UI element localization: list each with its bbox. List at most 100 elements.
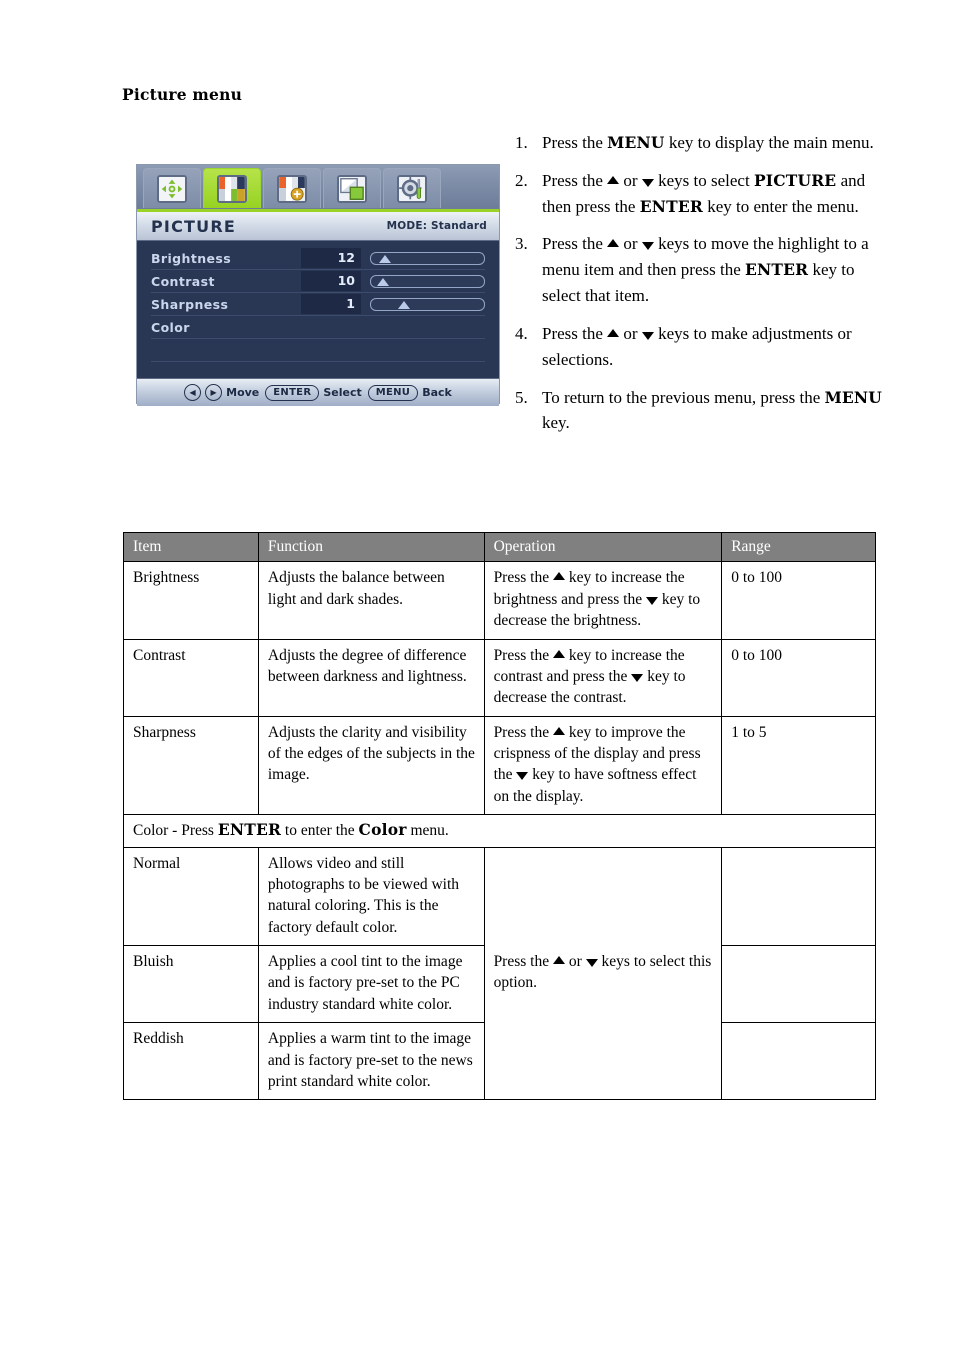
key-name: PICTURE <box>753 170 837 190</box>
cell-item: Bluish <box>123 944 259 1024</box>
picture-icon <box>217 174 247 203</box>
up-arrow-icon <box>607 328 620 337</box>
osd-mode-label: MODE: Standard <box>386 220 487 232</box>
cell-function: Adjusts the degree of difference between… <box>257 638 485 717</box>
up-arrow-icon <box>607 175 620 184</box>
down-arrow-icon <box>641 331 654 340</box>
cell-operation: Press the key to improve the crispness o… <box>483 715 723 816</box>
key-name: MENU <box>607 133 665 152</box>
osd-item-brightness[interactable]: Brightness 12 <box>151 247 485 270</box>
cell-function: Allows video and still photographs to be… <box>257 846 485 946</box>
step-text: To return to the previous menu, press th… <box>542 387 883 433</box>
cell-function: Adjusts the balance between light and da… <box>257 561 485 640</box>
cell-color-section: Color - Press ENTER to enter the Color m… <box>123 814 876 848</box>
cell-color-operation: Press the or keys to select this option. <box>483 846 723 1101</box>
instruction-step: 4. Press the or keys to make adjustments… <box>515 321 890 373</box>
cell-item: Contrast <box>123 638 259 717</box>
menu-key-badge[interactable]: MENU <box>367 384 419 401</box>
step-number: 4. <box>515 323 528 343</box>
contrast-slider[interactable] <box>370 274 485 288</box>
system-settings-icon <box>397 174 427 203</box>
osd-item-label: Color <box>151 319 190 335</box>
osd-item-label: Brightness <box>151 250 232 266</box>
cell-item: Brightness <box>123 561 259 640</box>
osd-body: Brightness 12 Contrast 10 Sharpness 1 Co… <box>137 241 499 378</box>
osd-item-value: 12 <box>301 248 361 268</box>
osd-empty-row <box>151 362 485 384</box>
cell-range <box>721 1022 876 1101</box>
osd-tab-system[interactable] <box>383 168 441 208</box>
step-text: Press the or keys to select PICTURE and … <box>542 170 866 216</box>
table-row: Sharpness Adjusts the clarity and visibi… <box>123 715 876 816</box>
column-header-range: Range <box>721 531 876 563</box>
table-row: Brightness Adjusts the balance between l… <box>123 561 876 640</box>
right-arrow-icon[interactable]: ▶ <box>205 384 223 401</box>
osd-move-hint: ◀ ▶ Move <box>184 384 259 401</box>
step-number: 1. <box>515 133 528 152</box>
osd-tab-pip[interactable] <box>323 168 381 208</box>
osd-select-hint: ENTER Select <box>265 384 362 401</box>
color-section-row: Color - Press ENTER to enter the Color m… <box>123 814 876 848</box>
table-header-row: Item Function Operation Range <box>123 531 876 563</box>
column-header-function: Function <box>257 531 485 563</box>
up-arrow-icon <box>552 572 565 581</box>
brightness-slider[interactable] <box>370 251 485 265</box>
step-text: Press the MENU key to display the main m… <box>542 133 874 152</box>
down-arrow-icon <box>641 178 654 187</box>
up-arrow-icon <box>552 726 565 735</box>
osd-empty-row <box>151 339 485 362</box>
osd-menu-title: PICTURE <box>151 216 236 236</box>
osd-item-label: Contrast <box>151 273 215 289</box>
cell-function: Adjusts the clarity and visibility of th… <box>257 715 485 816</box>
step-text: Press the or keys to move the highlight … <box>542 234 869 306</box>
up-arrow-icon <box>552 649 565 658</box>
osd-screenshot: PICTURE MODE: Standard Brightness 12 Con… <box>136 164 500 406</box>
cell-range <box>721 846 876 946</box>
osd-title-bar: PICTURE MODE: Standard <box>137 212 499 241</box>
osd-item-sharpness[interactable]: Sharpness 1 <box>151 293 485 316</box>
cell-range <box>721 944 876 1024</box>
up-arrow-icon <box>552 956 565 964</box>
key-name: ENTER <box>639 196 703 216</box>
enter-key-badge[interactable]: ENTER <box>265 384 320 401</box>
step-text: Press the or keys to make adjustments or… <box>542 323 852 369</box>
osd-select-label: Select <box>323 386 362 399</box>
osd-item-contrast[interactable]: Contrast 10 <box>151 270 485 293</box>
cell-operation: Press the key to increase the contrast a… <box>483 638 723 717</box>
column-header-operation: Operation <box>483 531 723 563</box>
cell-range: 0 to 100 <box>721 561 876 640</box>
key-name: ENTER <box>217 820 282 840</box>
osd-move-label: Move <box>226 386 260 399</box>
down-arrow-icon <box>645 596 658 605</box>
osd-item-value: 1 <box>301 294 361 314</box>
step-number: 3. <box>515 234 528 254</box>
key-name: MENU <box>824 387 883 407</box>
cell-item: Sharpness <box>123 715 259 816</box>
step-number: 5. <box>515 387 528 407</box>
display-position-icon <box>157 174 187 203</box>
left-arrow-icon[interactable]: ◀ <box>184 384 202 401</box>
key-name: ENTER <box>745 260 809 280</box>
cell-range: 0 to 100 <box>721 638 876 717</box>
osd-item-label: Sharpness <box>151 296 229 312</box>
osd-back-label: Back <box>422 386 452 399</box>
cell-function: Applies a cool tint to the image and is … <box>257 944 485 1024</box>
page-title: Picture menu <box>122 85 243 104</box>
instruction-step: 5. To return to the previous menu, press… <box>515 385 890 437</box>
down-arrow-icon <box>516 772 529 781</box>
osd-tab-picture-advanced[interactable] <box>263 168 321 208</box>
table-row: Normal Allows video and still photograph… <box>123 846 876 1101</box>
osd-item-color[interactable]: Color <box>151 316 485 339</box>
cell-item: Reddish <box>123 1022 259 1101</box>
osd-tab-display[interactable] <box>143 168 201 208</box>
instruction-step: 1. Press the MENU key to display the mai… <box>515 130 890 156</box>
instruction-step: 3. Press the or keys to move the highlig… <box>515 231 890 308</box>
cell-operation: Press the key to increase the brightness… <box>483 561 723 640</box>
down-arrow-icon <box>641 242 654 251</box>
osd-tab-picture[interactable] <box>203 168 261 208</box>
column-header-item: Item <box>123 531 259 563</box>
key-name: Color <box>358 820 407 840</box>
sharpness-slider[interactable] <box>370 297 485 311</box>
pip-icon <box>337 174 367 203</box>
picture-advanced-icon <box>277 174 307 203</box>
